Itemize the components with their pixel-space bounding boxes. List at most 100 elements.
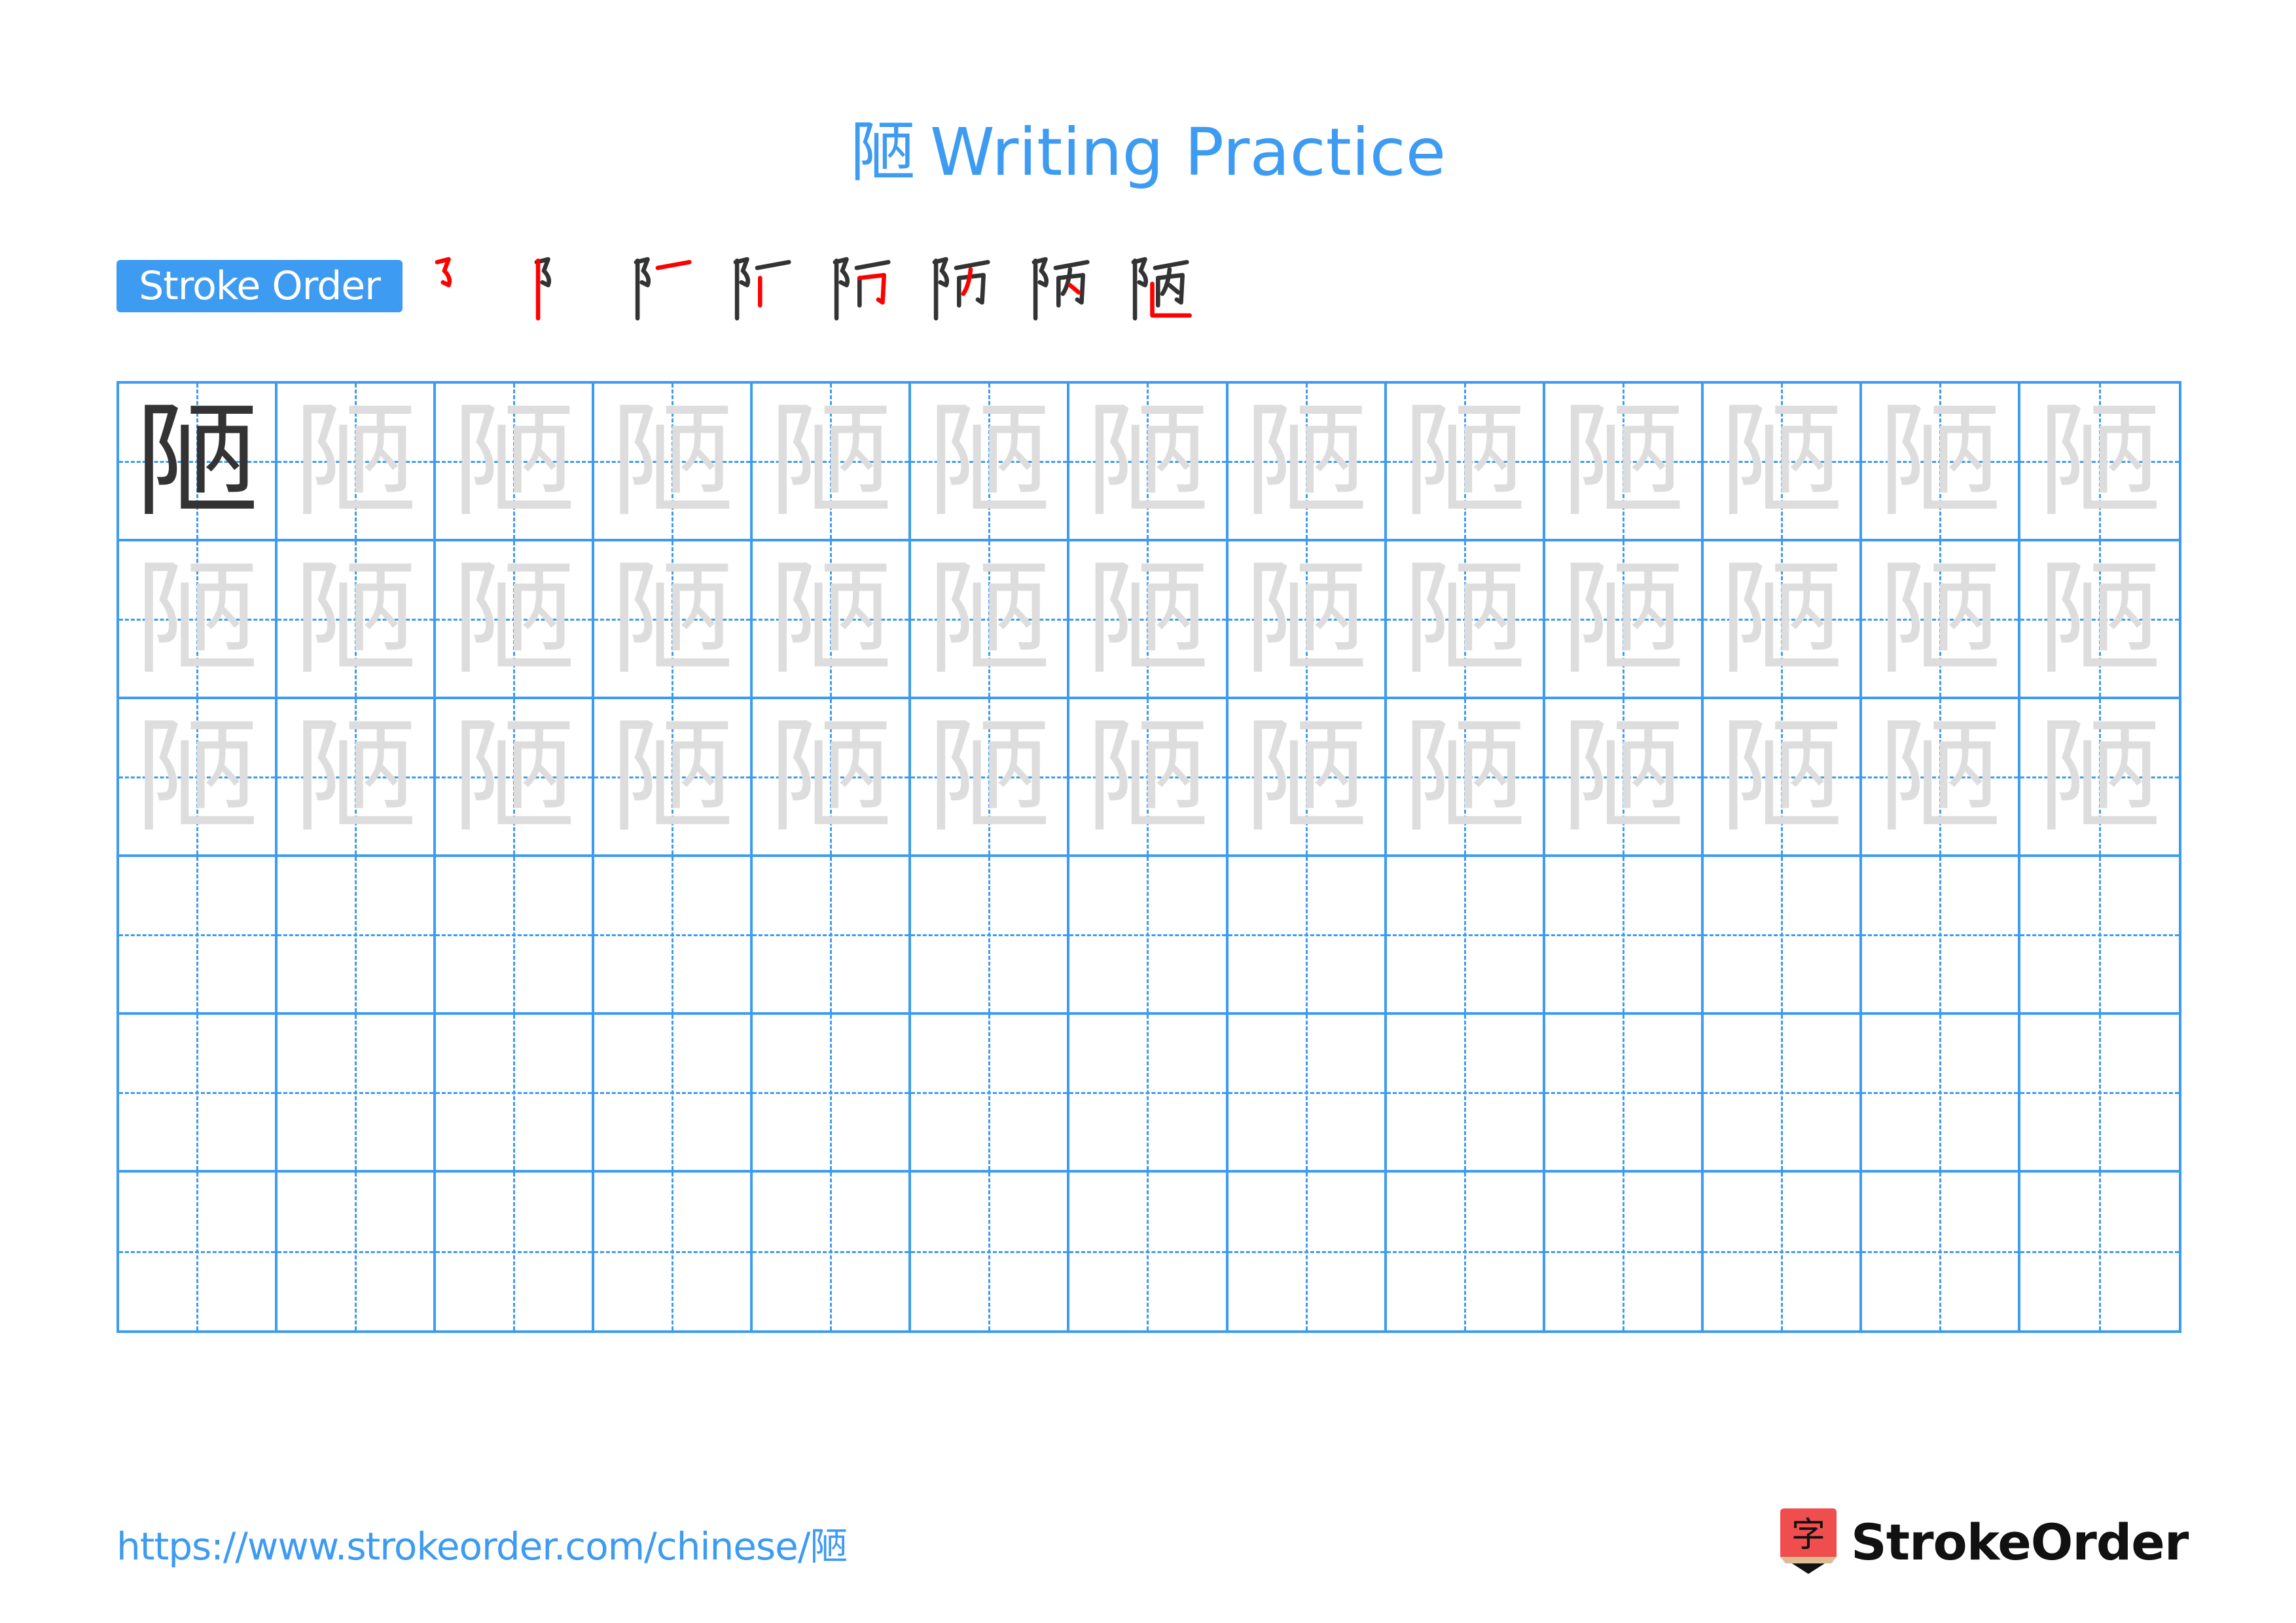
stroke-step-glyph [435,257,452,287]
grid-cell[interactable] [594,1173,753,1330]
grid-cell[interactable]: 陋 [1861,384,2020,541]
grid-cell[interactable]: 陋 [1386,699,1545,857]
grid-cell[interactable]: 陋 [1069,699,1229,857]
grid-cell[interactable]: 陋 [278,699,437,857]
grid-cell[interactable]: 陋 [119,384,278,541]
grid-cell[interactable] [1861,857,2020,1015]
grid-cell[interactable]: 陋 [1069,541,1229,699]
grid-cell[interactable] [911,857,1070,1015]
grid-cell[interactable] [1545,857,1704,1015]
grid-cell[interactable]: 陋 [753,541,912,699]
grid-cell[interactable] [753,1173,912,1330]
grid-cell[interactable]: 陋 [2020,541,2179,699]
grid-cell[interactable]: 陋 [1069,384,1229,541]
grid-cell[interactable]: 陋 [1545,384,1704,541]
guide-line-horizontal [1386,1091,1543,1094]
grid-cell[interactable] [1228,1015,1387,1173]
grid-cell[interactable] [1703,1173,1862,1330]
grid-cell[interactable]: 陋 [119,699,278,857]
trace-character: 陋 [452,704,577,849]
grid-cell[interactable]: 陋 [1861,699,2020,857]
grid-cell[interactable] [436,1173,595,1330]
trace-character: 陋 [610,704,735,849]
grid-cell[interactable]: 陋 [911,699,1070,857]
grid-cell[interactable]: 陋 [1703,699,1862,857]
stroke-order-row: Stroke Order [117,257,1192,321]
grid-cell[interactable]: 陋 [436,699,595,857]
grid-cell[interactable]: 陋 [1703,541,1862,699]
previous-stroke [954,260,990,270]
grid-cell[interactable] [119,1015,278,1173]
stroke-step-glyph [1131,257,1192,321]
grid-cell[interactable]: 陋 [2020,384,2179,541]
grid-cell[interactable]: 陋 [594,384,753,541]
grid-cell[interactable] [1228,1173,1387,1330]
grid-cell[interactable] [2020,857,2179,1015]
footer-url-link[interactable]: https://www.strokeorder.com/chinese/陋 [117,1520,848,1573]
grid-cell[interactable]: 陋 [911,541,1070,699]
grid-cell[interactable] [1861,1015,2020,1173]
stroke-step-3 [624,252,700,324]
grid-cell[interactable]: 陋 [1861,541,2020,699]
grid-cell[interactable] [278,1173,437,1330]
grid-cell[interactable] [594,857,753,1015]
grid-cell[interactable] [119,857,278,1015]
grid-cell[interactable] [2020,1173,2179,1330]
grid-cell[interactable]: 陋 [1545,541,1704,699]
grid-cell[interactable] [278,857,437,1015]
grid-cell[interactable]: 陋 [436,384,595,541]
grid-cell[interactable] [1703,857,1862,1015]
grid-cell[interactable]: 陋 [1228,384,1387,541]
grid-cell[interactable]: 陋 [1228,699,1387,857]
grid-cell[interactable] [753,857,912,1015]
trace-character: 陋 [135,704,260,849]
trace-character: 陋 [768,546,893,691]
grid-cell[interactable] [594,1015,753,1173]
grid-cell[interactable]: 陋 [594,699,753,857]
grid-cell[interactable]: 陋 [278,541,437,699]
guide-line-horizontal [1861,934,2018,936]
grid-cell[interactable]: 陋 [436,541,595,699]
grid-cell[interactable] [1386,1015,1545,1173]
current-stroke [961,267,973,297]
grid-cell[interactable] [1703,1015,1862,1173]
grid-cell[interactable] [1545,1015,1704,1173]
grid-cell[interactable]: 陋 [753,699,912,857]
grid-cell[interactable] [1069,1173,1229,1330]
grid-cell[interactable] [911,1173,1070,1330]
grid-cell[interactable]: 陋 [119,541,278,699]
grid-cell[interactable] [1861,1173,2020,1330]
grid-cell[interactable] [1069,1015,1229,1173]
trace-character: 陋 [1085,704,1210,849]
grid-cell[interactable] [753,1015,912,1173]
grid-cell[interactable]: 陋 [753,384,912,541]
grid-cell[interactable] [436,857,595,1015]
grid-cell[interactable]: 陋 [1386,541,1545,699]
grid-cell[interactable]: 陋 [1386,384,1545,541]
stroke-order-label: Stroke Order [139,263,381,309]
trace-character: 陋 [1085,388,1210,534]
guide-line-horizontal [911,1091,1067,1094]
grid-cell[interactable] [436,1015,595,1173]
strokeorder-logo[interactable]: 字 StrokeOrder [1779,1506,2189,1578]
grid-cell[interactable] [2020,1015,2179,1173]
grid-cell[interactable] [911,1015,1070,1173]
grid-cell[interactable]: 陋 [1545,699,1704,857]
grid-cell[interactable] [1386,1173,1545,1330]
guide-line-horizontal [594,1091,751,1094]
grid-cell[interactable]: 陋 [2020,699,2179,857]
grid-cell[interactable] [119,1173,278,1330]
guide-line-horizontal [1228,934,1384,936]
grid-cell[interactable] [1069,857,1229,1015]
grid-cell[interactable] [1228,857,1387,1015]
grid-cell[interactable]: 陋 [594,541,753,699]
grid-cell[interactable] [1545,1173,1704,1330]
grid-cell[interactable] [278,1015,437,1173]
grid-cell[interactable]: 陋 [278,384,437,541]
trace-character: 陋 [927,546,1052,691]
guide-line-horizontal [1545,934,1701,936]
grid-cell[interactable]: 陋 [1703,384,1862,541]
grid-cell[interactable] [1386,857,1545,1015]
grid-cell[interactable]: 陋 [1228,541,1387,699]
grid-cell[interactable]: 陋 [911,384,1070,541]
